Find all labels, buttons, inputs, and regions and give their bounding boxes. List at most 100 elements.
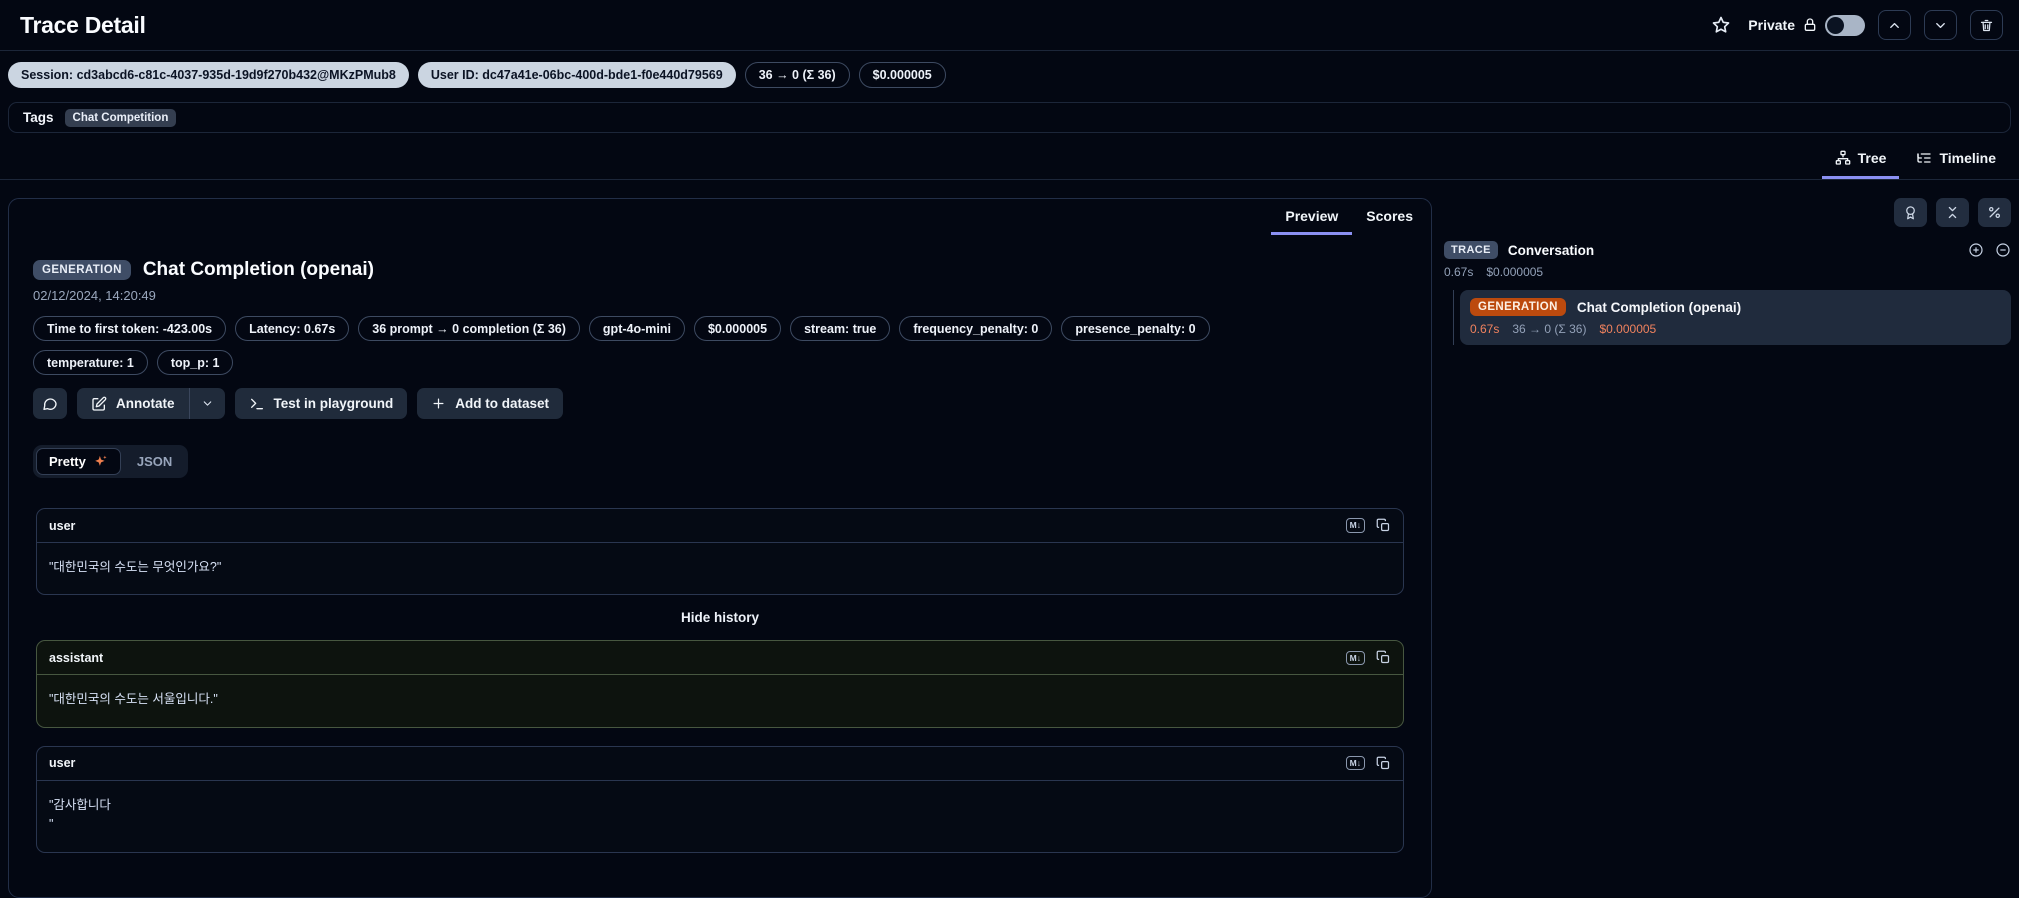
observation-timestamp: 02/12/2024, 14:20:49 <box>33 288 156 303</box>
tags-row: Tags Chat Competition <box>8 102 2011 133</box>
test-in-playground-label: Test in playground <box>273 396 394 411</box>
copy-button[interactable] <box>1376 518 1391 533</box>
trace-tree-sidebar: TRACE Conversation 0.67s $0.000005 GENER… <box>1444 198 2011 345</box>
copy-button[interactable] <box>1376 756 1391 771</box>
chevron-down-icon <box>201 397 214 410</box>
copy-icon <box>1376 650 1391 665</box>
privacy-label: Private <box>1748 17 1795 33</box>
metric-badges: Time to first token: -423.00s Latency: 0… <box>33 316 1233 375</box>
trace-latency: 0.67s <box>1444 265 1474 279</box>
format-option-json[interactable]: JSON <box>124 448 185 475</box>
session-badge[interactable]: Session: cd3abcd6-c81c-4037-935d-19d9f27… <box>8 62 409 88</box>
copy-icon <box>1376 756 1391 771</box>
node-tokens: 36 → 0 (Σ 36) <box>1512 322 1587 336</box>
format-option-pretty[interactable]: Pretty <box>36 448 121 475</box>
node-latency: 0.67s <box>1470 322 1500 336</box>
test-in-playground-button[interactable]: Test in playground <box>234 388 408 419</box>
annotate-button[interactable]: Annotate <box>77 388 189 419</box>
markdown-toggle-icon[interactable]: M↓ <box>1345 756 1365 771</box>
tree-children: GENERATION Chat Completion (openai) 0.67… <box>1453 290 2011 345</box>
metric-badge-tokens: 36 prompt → 0 completion (Σ 36) <box>358 316 580 341</box>
sparkles-icon <box>93 454 108 469</box>
markdown-toggle-icon[interactable]: M↓ <box>1345 650 1365 665</box>
hide-history-toggle[interactable]: Hide history <box>36 610 1404 625</box>
tab-tree[interactable]: Tree <box>1821 140 1900 179</box>
generation-type-badge: GENERATION <box>33 260 131 280</box>
trace-title: Conversation <box>1507 242 1595 258</box>
message-role: user <box>49 756 76 771</box>
tab-timeline-label: Timeline <box>1939 150 1996 166</box>
metric-badge-model: gpt-4o-mini <box>588 316 685 341</box>
plus-circle-icon <box>1968 242 1984 258</box>
privacy-control: Private <box>1748 14 1865 36</box>
message-content: "감사합니다 " <box>49 797 111 832</box>
scores-badge-button[interactable] <box>1894 198 1927 227</box>
message-role: assistant <box>49 650 104 665</box>
node-cost: $0.000005 <box>1599 322 1657 336</box>
tree-icon <box>1835 150 1851 166</box>
generation-node-badge: GENERATION <box>1470 298 1566 316</box>
collapse-all-button[interactable] <box>1936 198 1969 227</box>
trace-meta-row: Session: cd3abcd6-c81c-4037-935d-19d9f27… <box>8 62 946 88</box>
observation-header: GENERATION Chat Completion (openai) 02/1… <box>9 235 1431 303</box>
tree-toolbar <box>1444 198 2011 227</box>
annotate-label: Annotate <box>116 396 175 411</box>
message-card-user-2: user M↓ "감사합니다 " <box>36 745 1404 853</box>
toggle-thumb <box>1827 16 1844 34</box>
star-icon <box>1711 15 1731 35</box>
pretty-label: Pretty <box>49 454 86 469</box>
annotate-split-button: Annotate <box>77 388 225 419</box>
metric-badge-temperature: temperature: 1 <box>33 350 148 375</box>
lock-icon <box>1802 17 1818 33</box>
annotate-dropdown-button[interactable] <box>188 388 225 419</box>
metric-badge-top-p: top_p: 1 <box>156 350 234 375</box>
show-metrics-button[interactable] <box>1978 198 2011 227</box>
copy-button[interactable] <box>1376 650 1391 665</box>
markdown-toggle-icon[interactable]: M↓ <box>1345 518 1365 533</box>
trash-icon <box>1979 18 1994 33</box>
message-list: user M↓ "대한민국의 수도는 무엇인가요?" Hide history … <box>36 508 1404 853</box>
metric-badge-cost: $0.000005 <box>693 316 782 341</box>
cost-badge: $0.000005 <box>858 62 946 88</box>
message-card-assistant: assistant M↓ "대한민국의 수도는 서울입니다." <box>36 640 1404 728</box>
tab-timeline[interactable]: Timeline <box>1903 140 2009 179</box>
collapse-node-button[interactable] <box>1995 242 2011 258</box>
public-toggle[interactable] <box>1825 14 1865 36</box>
add-to-dataset-button[interactable]: Add to dataset <box>417 388 564 419</box>
tab-preview[interactable]: Preview <box>1271 199 1353 235</box>
tag-chip[interactable]: Chat Competition <box>64 108 177 127</box>
message-card-user-1: user M↓ "대한민국의 수도는 무엇인가요?" <box>36 508 1404 596</box>
observation-detail-panel: Preview Scores GENERATION Chat Completio… <box>8 198 1432 898</box>
metric-badge-stream: stream: true <box>790 316 891 341</box>
comment-icon <box>42 396 58 412</box>
next-trace-button[interactable] <box>1924 10 1957 40</box>
generation-node-selected[interactable]: GENERATION Chat Completion (openai) 0.67… <box>1460 290 2011 345</box>
trace-root-node[interactable]: TRACE Conversation <box>1444 241 2011 259</box>
metric-badge-frequency-penalty: frequency_penalty: 0 <box>899 316 1053 341</box>
page-title: Trace Detail <box>20 11 146 38</box>
tab-scores[interactable]: Scores <box>1352 199 1427 235</box>
bookmark-star-button[interactable] <box>1707 11 1735 39</box>
metric-badge-ttft: Time to first token: -423.00s <box>33 316 227 341</box>
panel-tabs: Preview Scores <box>9 199 1431 235</box>
delete-trace-button[interactable] <box>1970 10 2003 40</box>
observation-title: Chat Completion (openai) <box>142 259 374 280</box>
comment-button[interactable] <box>33 388 67 419</box>
percent-icon <box>1987 205 2002 220</box>
view-tabs: Tree Timeline <box>0 140 2019 180</box>
chevron-down-icon <box>1933 18 1948 33</box>
user-id-badge[interactable]: User ID: dc47a41e-06bc-400d-bde1-f0e440d… <box>417 62 736 88</box>
generation-node-title: Chat Completion (openai) <box>1576 299 1742 315</box>
metric-badge-latency: Latency: 0.67s <box>235 316 350 341</box>
terminal-icon <box>249 396 265 412</box>
trace-metrics: 0.67s $0.000005 <box>1444 265 2011 279</box>
tags-label: Tags <box>23 110 54 125</box>
header-actions: Private <box>1707 10 2003 40</box>
previous-trace-button[interactable] <box>1878 10 1911 40</box>
copy-icon <box>1376 518 1391 533</box>
timeline-icon <box>1916 150 1932 166</box>
add-to-dataset-label: Add to dataset <box>455 396 550 411</box>
message-content: "대한민국의 수도는 서울입니다." <box>49 692 218 707</box>
expand-all-button[interactable] <box>1968 242 1984 258</box>
app-header: Trace Detail Private <box>0 0 2019 51</box>
